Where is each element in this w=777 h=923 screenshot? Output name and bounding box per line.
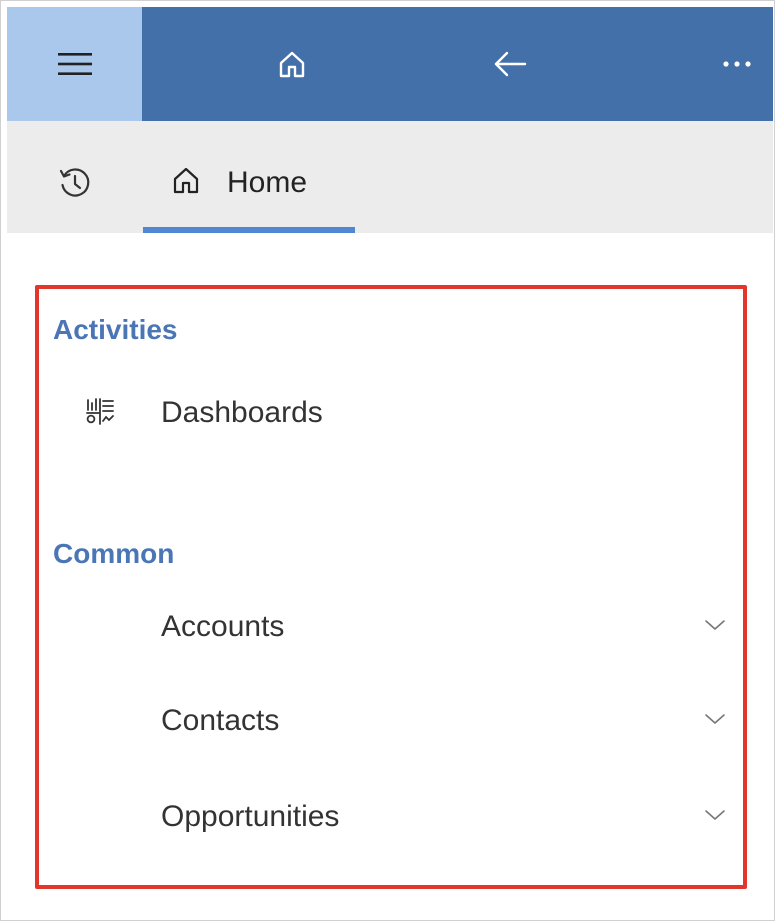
history-icon <box>59 168 90 197</box>
tab-strip: Home <box>7 121 773 233</box>
section-title-activities: Activities <box>53 314 178 345</box>
back-button[interactable] <box>475 7 545 121</box>
dashboard-icon <box>86 398 114 425</box>
nav-item-contacts[interactable]: Contacts <box>41 691 741 751</box>
more-button[interactable] <box>707 7 767 121</box>
chevron-down-icon[interactable] <box>703 613 727 637</box>
nav-item-label: Contacts <box>161 704 280 737</box>
nav-item-dashboards[interactable]: Dashboards <box>41 383 741 443</box>
home-icon <box>279 51 305 78</box>
nav-item-label: Dashboards <box>161 396 323 429</box>
chevron-down-icon[interactable] <box>703 803 727 827</box>
nav-item-accounts[interactable]: Accounts <box>41 597 741 657</box>
nav-item-label: Opportunities <box>161 800 340 833</box>
nav-item-opportunities[interactable]: Opportunities <box>41 787 741 847</box>
menu-button[interactable] <box>7 7 142 121</box>
arrow-left-icon <box>494 51 527 77</box>
section-title-common: Common <box>53 538 175 569</box>
chevron-down-icon[interactable] <box>703 707 727 731</box>
top-navigation-bar <box>7 7 773 121</box>
tab-home[interactable]: Home <box>143 121 355 233</box>
home-outline-icon <box>173 167 199 194</box>
ellipsis-icon <box>723 61 751 67</box>
nav-item-label: Accounts <box>161 610 285 643</box>
hamburger-icon <box>57 53 92 75</box>
app-frame: Home Activities Dashboards Common Accoun… <box>0 0 775 921</box>
history-button[interactable] <box>55 163 95 203</box>
tab-home-label: Home <box>227 166 308 199</box>
home-button[interactable] <box>257 7 327 121</box>
active-tab-indicator <box>143 227 355 233</box>
